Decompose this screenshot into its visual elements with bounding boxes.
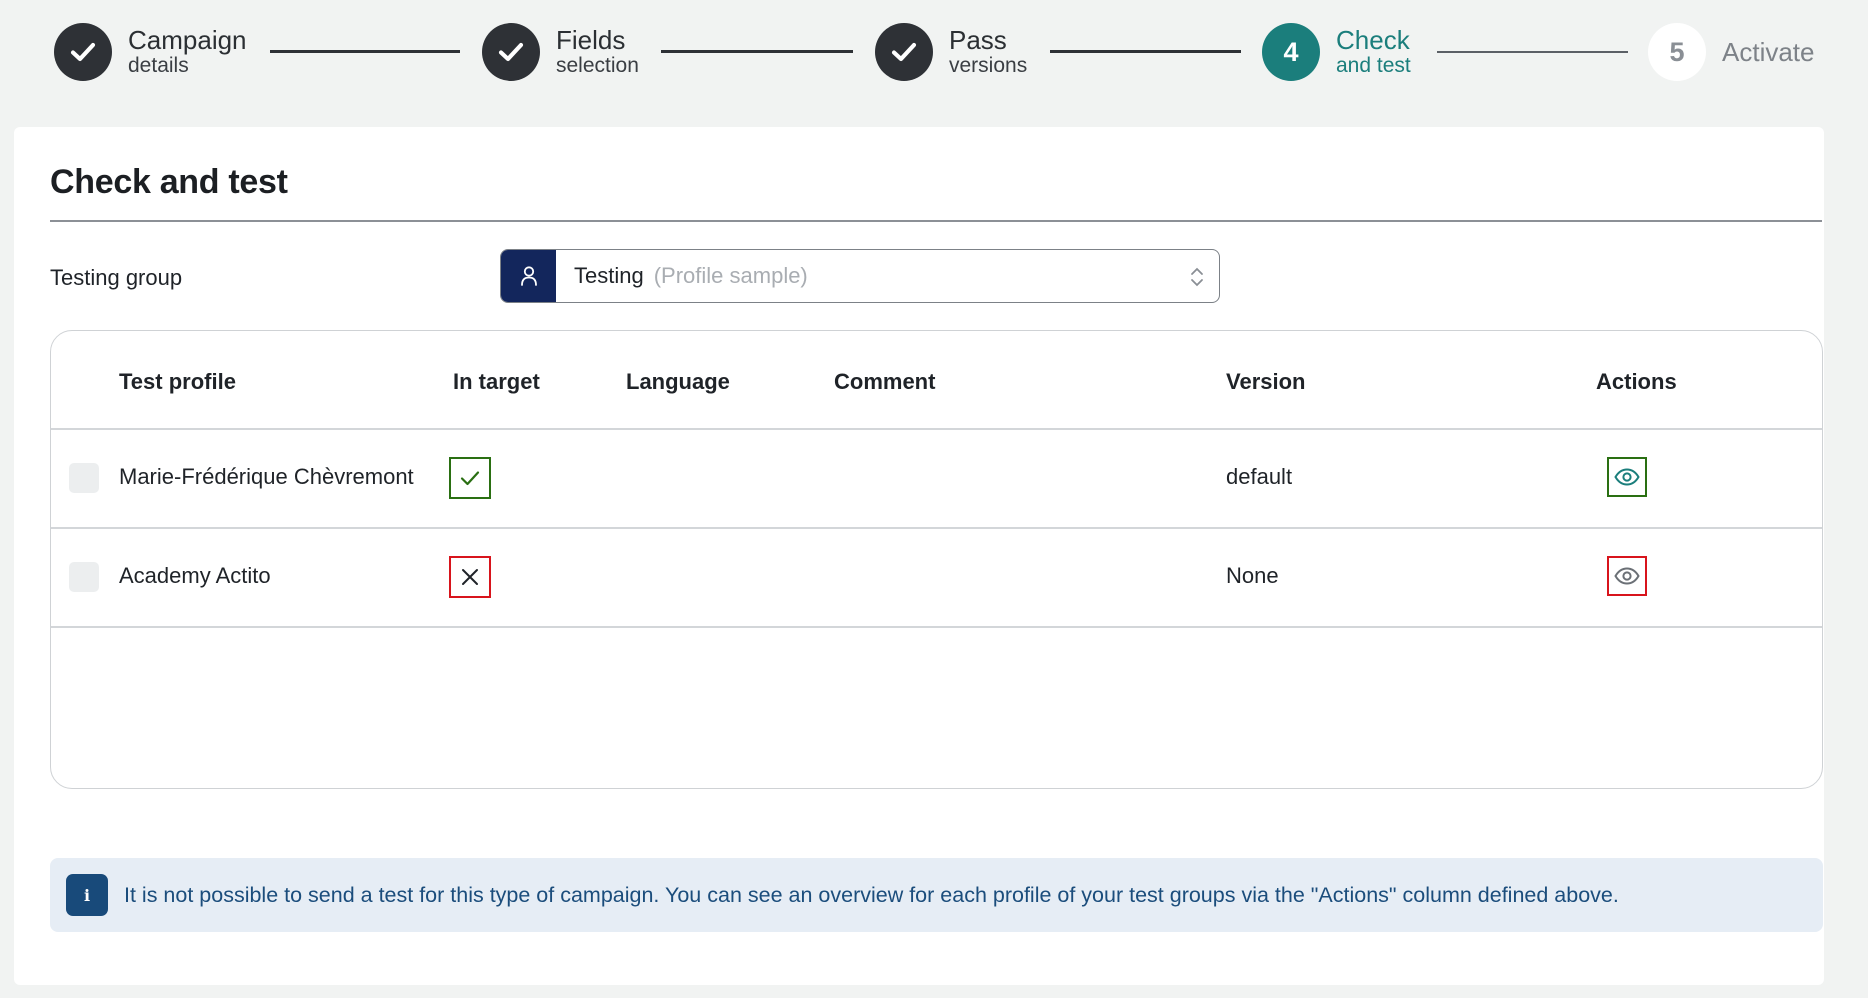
step-number: 5: [1648, 23, 1706, 81]
step-connector: [270, 50, 460, 53]
row-divider: [51, 626, 1822, 628]
page-title: Check and test: [50, 163, 288, 201]
version-cell: None: [1226, 563, 1279, 588]
progress-stepper: Campaign details Fields selection Pass v…: [0, 0, 1868, 106]
testing-group-label: Testing group: [50, 265, 183, 290]
step-title: Check: [1336, 25, 1410, 55]
profile-name: Marie-Frédérique Chèvremont: [119, 464, 414, 489]
test-profiles-table: Test profile In target Language Comment …: [50, 330, 1823, 789]
info-banner: i It is not possible to send a test for …: [50, 858, 1823, 932]
step-title: Campaign: [128, 25, 247, 55]
step-subtitle: selection: [556, 54, 639, 77]
step-title: Activate: [1722, 37, 1815, 67]
header-in-target: In target: [453, 369, 540, 394]
profile-name: Academy Actito: [119, 563, 271, 588]
header-test-profile: Test profile: [119, 369, 236, 394]
check-and-test-panel: Check and test Testing group Testing (Pr…: [14, 127, 1824, 985]
testing-group-value: Testing: [574, 263, 644, 288]
header-actions: Actions: [1596, 369, 1677, 394]
preview-eye-button[interactable]: [1607, 556, 1647, 596]
table-row: Marie-Frédérique Chèvremont default: [51, 429, 1822, 527]
step-title: Fields: [556, 25, 626, 55]
version-cell: default: [1226, 464, 1293, 489]
title-divider: [50, 220, 1822, 222]
header-comment: Comment: [834, 369, 936, 394]
step-connector: [1050, 50, 1241, 53]
step-subtitle: versions: [949, 54, 1028, 77]
check-icon: [875, 23, 933, 81]
step-activate[interactable]: 5 Activate: [1648, 22, 1815, 82]
row-checkbox[interactable]: [69, 562, 99, 592]
step-title: Pass: [949, 25, 1007, 55]
info-icon: i: [66, 874, 108, 916]
eye-icon: [1614, 468, 1640, 486]
in-target-check-icon: [449, 457, 491, 499]
info-text: It is not possible to send a test for th…: [124, 882, 1619, 907]
header-version: Version: [1226, 369, 1306, 394]
preview-eye-button[interactable]: [1607, 457, 1647, 497]
step-subtitle: details: [128, 54, 189, 77]
eye-icon: [1614, 567, 1640, 585]
step-check-and-test[interactable]: 4 Check and test: [1262, 22, 1411, 82]
user-icon: [501, 250, 556, 302]
step-fields-selection[interactable]: Fields selection: [482, 22, 639, 82]
check-icon: [482, 23, 540, 81]
step-subtitle: and test: [1336, 54, 1411, 77]
step-connector: [661, 50, 853, 53]
header-language: Language: [626, 369, 730, 394]
step-pass-versions[interactable]: Pass versions: [875, 22, 1027, 82]
chevron-up-down-icon: [1189, 264, 1205, 295]
step-connector: [1437, 51, 1628, 53]
testing-group-select[interactable]: Testing (Profile sample): [500, 249, 1220, 303]
not-in-target-x-icon: [449, 556, 491, 598]
step-number: 4: [1262, 23, 1320, 81]
check-icon: [54, 23, 112, 81]
row-checkbox[interactable]: [69, 463, 99, 493]
table-row: Academy Actito None: [51, 528, 1822, 626]
step-campaign-details[interactable]: Campaign details: [54, 22, 247, 82]
testing-group-hint: (Profile sample): [653, 263, 808, 288]
